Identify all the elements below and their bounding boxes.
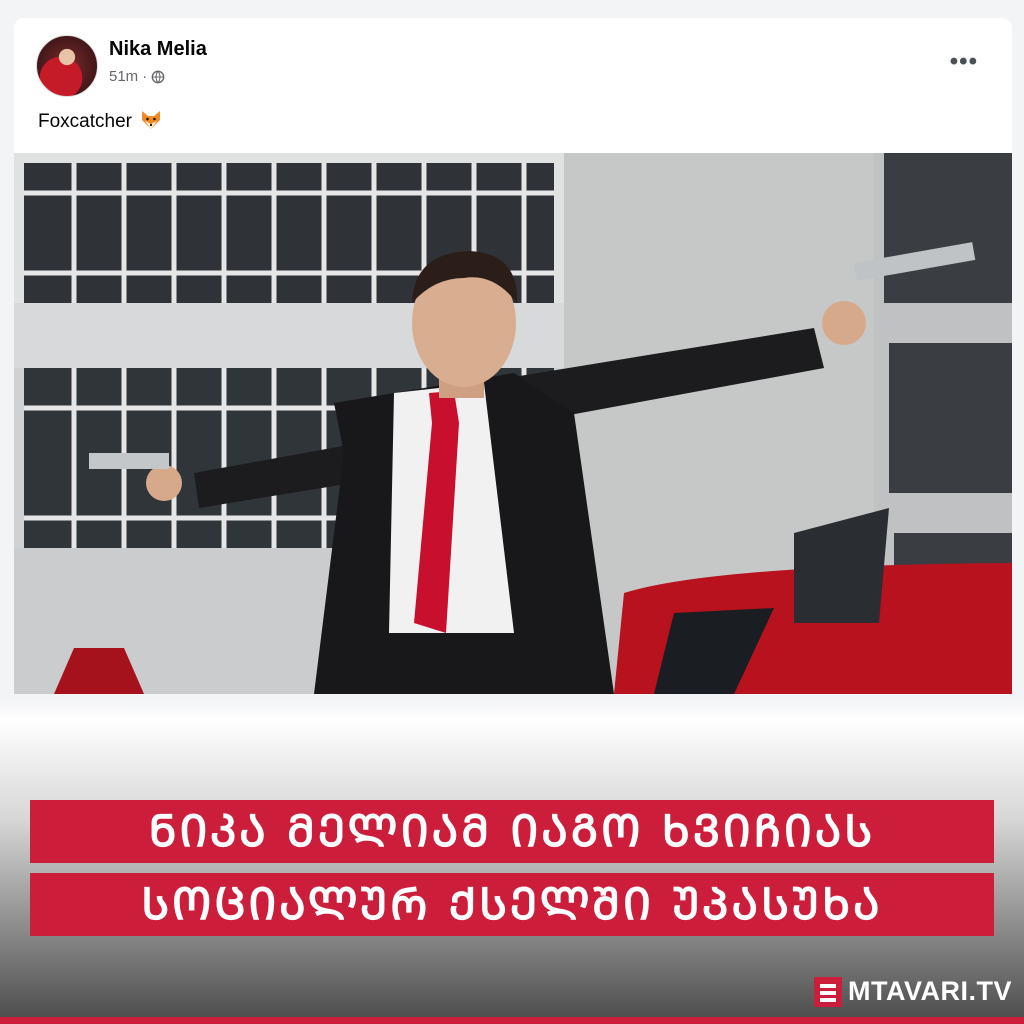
post-meta: 51m · xyxy=(109,68,165,85)
mtavari-logo-icon xyxy=(814,976,843,1007)
avatar[interactable] xyxy=(36,35,98,97)
post-photo[interactable] xyxy=(14,153,1012,694)
facebook-post-card: Nika Melia 51m · ••• Foxcatcher xyxy=(14,18,1012,694)
post-caption: Foxcatcher xyxy=(38,111,132,132)
post-text: Foxcatcher xyxy=(38,110,162,133)
meta-separator: · xyxy=(142,68,148,85)
globe-icon xyxy=(151,70,165,83)
fox-face-icon xyxy=(142,111,161,129)
post-timestamp[interactable]: 51m xyxy=(109,68,138,85)
brand-name: MTAVARI.TV xyxy=(848,976,1012,1006)
more-options-icon[interactable]: ••• xyxy=(950,48,978,76)
headline-line-1: ᲜᲘᲙᲐ ᲛᲔᲚᲘᲐᲛ ᲘᲐᲒᲝ ᲮᲕᲘᲩᲘᲐᲡ xyxy=(30,800,994,863)
brand-watermark: MTAVARI.TV xyxy=(814,976,1012,1007)
bottom-accent-bar xyxy=(0,1017,1024,1024)
post-author-name[interactable]: Nika Melia xyxy=(109,38,207,61)
headline-line-2: ᲡᲝᲪᲘᲐᲚᲣᲠ ᲥᲡᲔᲚᲨᲘ ᲣᲞᲐᲡᲣᲮᲐ xyxy=(30,873,994,936)
